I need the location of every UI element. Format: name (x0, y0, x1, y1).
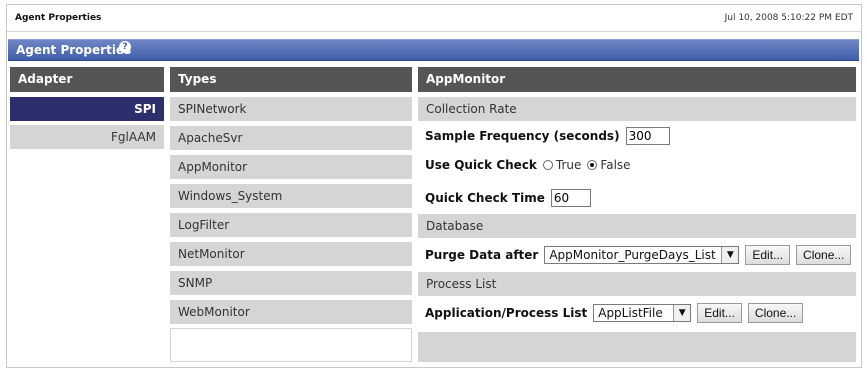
purge-data-value: AppMonitor_PurgeDays_List (549, 248, 716, 262)
type-item-logfilter[interactable]: LogFilter (170, 213, 412, 237)
appmonitor-footer-area (418, 332, 856, 362)
use-quick-check-label: Use Quick Check (425, 158, 537, 172)
quick-check-false-option[interactable]: False (587, 158, 631, 172)
quick-check-time-input[interactable] (550, 189, 591, 207)
purge-clone-button[interactable]: Clone... (796, 245, 852, 265)
radio-true-icon[interactable] (542, 160, 553, 170)
section-database: Database (418, 214, 856, 238)
top-bar: Agent Properties Jul 10, 2008 5:10:22 PM… (7, 5, 861, 32)
dropdown-arrow-icon[interactable]: ▼ (721, 247, 739, 263)
adapter-header: Adapter (10, 67, 164, 92)
type-item-netmonitor[interactable]: NetMonitor (170, 242, 412, 266)
types-header: Types (170, 67, 412, 92)
quick-check-true-option[interactable]: True (542, 158, 582, 172)
radio-false-label: False (600, 158, 631, 172)
sample-frequency-input[interactable] (625, 127, 670, 145)
dropdown-arrow-icon[interactable]: ▼ (673, 305, 691, 321)
section-collection-rate: Collection Rate (418, 97, 856, 121)
adapter-item-fglaam[interactable]: FglAAM (10, 125, 164, 149)
application-process-label: Application/Process List (425, 306, 588, 320)
type-item-snmp[interactable]: SNMP (170, 271, 412, 295)
row-quick-check-time: Quick Check Time (418, 184, 856, 212)
sample-frequency-label: Sample Frequency (seconds) (425, 129, 620, 143)
application-process-select[interactable]: AppListFile ▼ (593, 304, 692, 322)
help-icon[interactable]: ? (119, 41, 131, 53)
radio-true-label: True (555, 158, 582, 172)
panel-title: Agent Properties (16, 43, 132, 57)
panel-header: Agent Properties ? (8, 39, 859, 61)
process-edit-button[interactable]: Edit... (697, 303, 742, 323)
page-title: Agent Properties (15, 13, 102, 23)
row-application-process-list: Application/Process List AppListFile ▼ E… (418, 299, 856, 327)
purge-data-select[interactable]: AppMonitor_PurgeDays_List ▼ (544, 246, 740, 264)
adapter-item-spi[interactable]: SPI (10, 97, 164, 121)
types-empty-area (170, 328, 412, 362)
process-clone-button[interactable]: Clone... (747, 303, 804, 323)
purge-edit-button[interactable]: Edit... (745, 245, 791, 265)
purge-data-label: Purge Data after (425, 248, 539, 262)
row-sample-frequency: Sample Frequency (seconds) (418, 122, 856, 150)
application-process-value: AppListFile (598, 306, 663, 320)
timestamp: Jul 10, 2008 5:10:22 PM EDT (724, 13, 853, 23)
quick-check-time-label: Quick Check Time (425, 191, 545, 205)
type-item-appmonitor[interactable]: AppMonitor (170, 155, 412, 179)
type-item-windows-system[interactable]: Windows_System (170, 184, 412, 208)
type-item-apachesvr[interactable]: ApacheSvr (170, 126, 412, 150)
type-item-webmonitor[interactable]: WebMonitor (170, 300, 412, 324)
radio-false-icon[interactable] (587, 160, 598, 170)
row-purge-data: Purge Data after AppMonitor_PurgeDays_Li… (418, 241, 856, 269)
appmonitor-header: AppMonitor (418, 67, 856, 92)
section-process-list: Process List (418, 272, 856, 296)
type-item-spinetwork[interactable]: SPINetwork (170, 97, 412, 121)
row-use-quick-check: Use Quick Check True False (418, 151, 856, 179)
